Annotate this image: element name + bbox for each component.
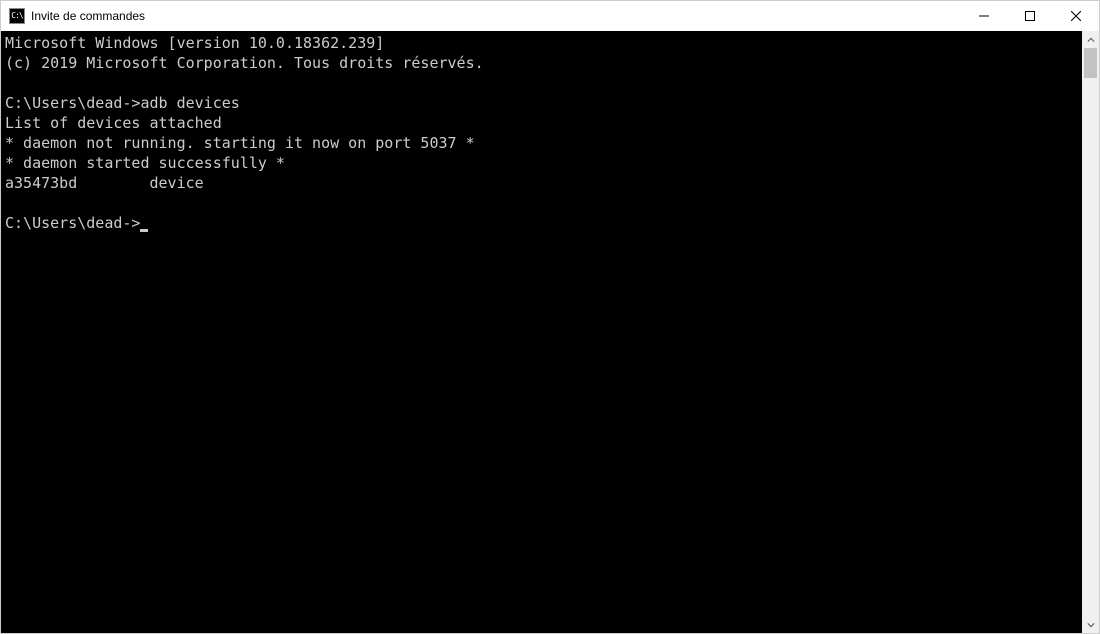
terminal-output[interactable]: Microsoft Windows [version 10.0.18362.23… [1, 31, 1082, 633]
window-title: Invite de commandes [31, 9, 145, 23]
terminal-line: * daemon started successfully * [5, 153, 1078, 173]
vertical-scrollbar[interactable] [1082, 31, 1099, 633]
terminal-line: Microsoft Windows [version 10.0.18362.23… [5, 33, 1078, 53]
cmd-icon: C:\ [9, 8, 25, 24]
minimize-button[interactable] [961, 1, 1007, 31]
close-button[interactable] [1053, 1, 1099, 31]
minimize-icon [979, 11, 989, 21]
cmd-icon-text: C:\ [11, 12, 22, 20]
terminal-line: List of devices attached [5, 113, 1078, 133]
terminal-line: a35473bd device [5, 173, 1078, 193]
maximize-icon [1025, 11, 1035, 21]
scroll-down-arrow-icon[interactable] [1082, 616, 1099, 633]
terminal-line: (c) 2019 Microsoft Corporation. Tous dro… [5, 53, 1078, 73]
cursor [140, 229, 148, 232]
close-icon [1071, 11, 1081, 21]
terminal-line [5, 193, 1078, 213]
scroll-up-arrow-icon[interactable] [1082, 31, 1099, 48]
terminal-line: C:\Users\dead->adb devices [5, 93, 1078, 113]
content-wrap: Microsoft Windows [version 10.0.18362.23… [1, 31, 1099, 633]
titlebar[interactable]: C:\ Invite de commandes [1, 1, 1099, 31]
maximize-button[interactable] [1007, 1, 1053, 31]
terminal-line: * daemon not running. starting it now on… [5, 133, 1078, 153]
terminal-line [5, 73, 1078, 93]
scroll-track[interactable] [1082, 48, 1099, 616]
window-frame: C:\ Invite de commandes Microsoft Window… [0, 0, 1100, 634]
window-controls [961, 1, 1099, 31]
terminal-line: C:\Users\dead-> [5, 213, 1078, 233]
scroll-thumb[interactable] [1084, 48, 1097, 78]
